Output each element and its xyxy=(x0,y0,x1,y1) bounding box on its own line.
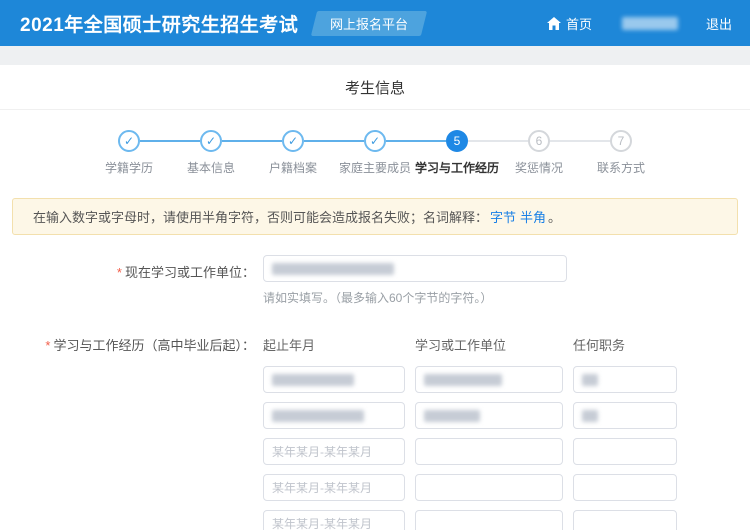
required-asterisk: * xyxy=(116,265,122,280)
experience-label: * 学习与工作经历（高中毕业后起）： xyxy=(45,338,255,353)
step-family-members[interactable]: ✓ 家庭主要成员 xyxy=(334,130,416,176)
current-unit-label: * 现在学习或工作单位： xyxy=(116,265,255,280)
step-1-label: 学籍学历 xyxy=(104,161,153,175)
experience-row4-unit-input[interactable] xyxy=(415,474,563,501)
step-5-number: 5 xyxy=(446,130,468,152)
page-title: 考生信息 xyxy=(0,65,750,110)
experience-row5-position-input[interactable] xyxy=(573,510,677,530)
glossary-link-halfwidth[interactable]: 半角 xyxy=(520,210,546,225)
candidate-info-card: 考生信息 ✓ 学籍学历 ✓ 基本信息 ✓ 户籍档案 ✓ 家庭主要成员 5 学习与… xyxy=(0,65,750,530)
step-1-check-icon: ✓ xyxy=(118,130,140,152)
current-unit-hint: 请如实填写。（最多输入60个字节的字符。） xyxy=(263,291,493,305)
experience-row2-position-input[interactable] xyxy=(573,402,677,429)
step-6-label: 奖惩情况 xyxy=(514,161,563,175)
step-rewards[interactable]: 6 奖惩情况 xyxy=(498,130,580,176)
redacted-value xyxy=(272,373,354,386)
experience-row4-period-input[interactable] xyxy=(263,474,405,501)
redacted-value xyxy=(582,409,598,422)
step-student-status[interactable]: ✓ 学籍学历 xyxy=(88,130,170,176)
experience-row3-unit-input[interactable] xyxy=(415,438,563,465)
redacted-value xyxy=(582,373,598,386)
platform-badge: 网上报名平台 xyxy=(311,10,428,36)
logout-link[interactable]: 退出 xyxy=(706,14,732,33)
experience-row1-period-input[interactable] xyxy=(263,366,405,393)
step-7-label: 联系方式 xyxy=(596,161,645,175)
step-basic-info[interactable]: ✓ 基本信息 xyxy=(170,130,252,176)
home-link-label: 首页 xyxy=(565,16,592,32)
redacted-value xyxy=(424,409,480,422)
experience-row2-period-input[interactable] xyxy=(263,402,405,429)
experience-row5-unit-input[interactable] xyxy=(415,510,563,530)
step-3-check-icon: ✓ xyxy=(282,130,304,152)
column-header-period: 起止年月 xyxy=(263,338,316,353)
experience-form: * 现在学习或工作单位： 请如实填写。（最多输入60个字节的字符。） * 学习与工作… xyxy=(0,235,750,530)
experience-row2-unit-input[interactable] xyxy=(415,402,563,429)
column-header-position: 任何职务 xyxy=(573,338,626,353)
step-6-number: 6 xyxy=(528,130,550,152)
notice-text: 在输入数字或字母时，请使用半角字符，否则可能会造成报名失败；名词解释： xyxy=(33,210,489,225)
required-asterisk: * xyxy=(45,338,51,353)
experience-row5-period-input[interactable] xyxy=(263,510,405,530)
step-4-label: 家庭主要成员 xyxy=(338,161,411,175)
notice-suffix: 。 xyxy=(548,210,562,225)
step-contact[interactable]: 7 联系方式 xyxy=(580,130,662,176)
redacted-value xyxy=(272,409,364,422)
step-7-number: 7 xyxy=(610,130,632,152)
username-redacted xyxy=(621,16,678,30)
home-link[interactable]: 首页 xyxy=(546,14,592,33)
current-unit-input[interactable] xyxy=(263,255,567,282)
step-2-label: 基本信息 xyxy=(186,161,235,175)
column-header-unit: 学习或工作单位 xyxy=(415,338,507,353)
app-header: 2021年全国硕士研究生招生考试 网上报名平台 首页 退出 xyxy=(0,0,750,46)
platform-badge-label: 网上报名平台 xyxy=(330,16,409,32)
experience-row4-position-input[interactable] xyxy=(573,474,677,501)
experience-row3-position-input[interactable] xyxy=(573,438,677,465)
step-3-label: 户籍档案 xyxy=(268,161,317,175)
step-5-label: 学习与工作经历 xyxy=(415,161,500,175)
current-unit-value-redacted xyxy=(272,262,394,275)
step-experience-current[interactable]: 5 学习与工作经历 xyxy=(415,130,500,176)
experience-row1-position-input[interactable] xyxy=(573,366,677,393)
notice-bar: 在输入数字或字母时，请使用半角字符，否则可能会造成报名失败；名词解释： 字节 半角。 xyxy=(12,198,738,235)
step-4-check-icon: ✓ xyxy=(364,130,386,152)
experience-row1-unit-input[interactable] xyxy=(415,366,563,393)
step-household[interactable]: ✓ 户籍档案 xyxy=(252,130,334,176)
step-2-check-icon: ✓ xyxy=(200,130,222,152)
step-indicator: ✓ 学籍学历 ✓ 基本信息 ✓ 户籍档案 ✓ 家庭主要成员 5 学习与工作经历 … xyxy=(0,110,750,184)
redacted-value xyxy=(424,373,502,386)
app-title: 2021年全国硕士研究生招生考试 xyxy=(20,14,299,36)
glossary-link-byte[interactable]: 字节 xyxy=(490,210,516,225)
home-icon xyxy=(546,16,561,30)
experience-row3-period-input[interactable] xyxy=(263,438,405,465)
